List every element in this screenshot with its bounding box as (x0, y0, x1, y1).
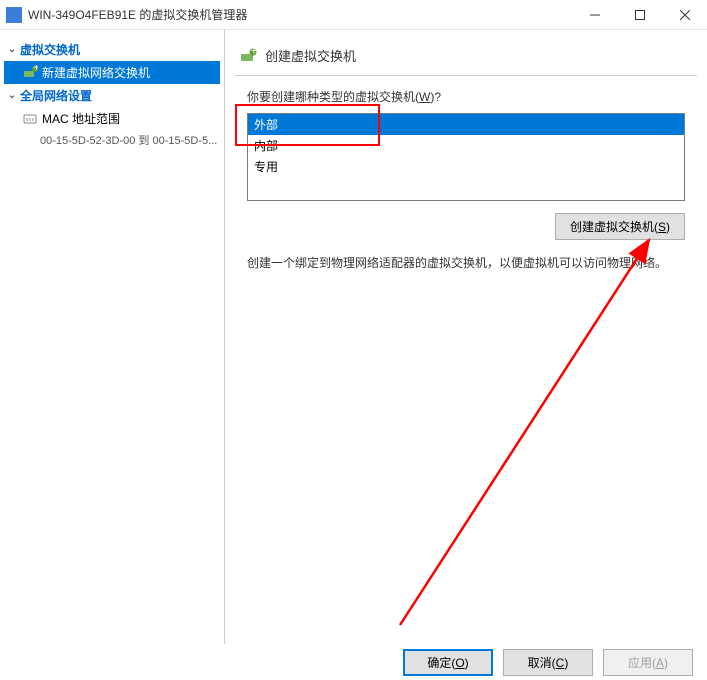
sidebar-item-new-vswitch[interactable]: + 新建虚拟网络交换机 (4, 61, 220, 84)
svg-text:+: + (33, 65, 38, 74)
titlebar: WIN-349O4FEB91E 的虚拟交换机管理器 (0, 0, 707, 30)
ok-button[interactable]: 确定(O) (403, 649, 493, 676)
switch-type-listbox[interactable]: 外部 内部 专用 (247, 113, 685, 201)
option-private[interactable]: 专用 (248, 156, 684, 177)
tree-section-global[interactable]: ⌄ 全局网络设置 (4, 84, 220, 107)
apply-button[interactable]: 应用(A) (603, 649, 693, 676)
dialog-footer: 确定(O) 取消(C) 应用(A) (0, 644, 707, 680)
sidebar-item-mac-range[interactable]: MAC 地址范围 (4, 107, 220, 130)
description-text: 创建一个绑定到物理网络适配器的虚拟交换机，以便虚拟机可以访问物理网络。 (247, 254, 685, 273)
mac-range-value: 00-15-5D-52-3D-00 到 00-15-5D-5... (4, 130, 220, 150)
maximize-button[interactable] (617, 0, 662, 30)
content-area: ⌄ 虚拟交换机 + 新建虚拟网络交换机 ⌄ 全局网络设置 MAC 地址范围 00… (0, 30, 707, 644)
minimize-button[interactable] (572, 0, 617, 30)
cancel-button[interactable]: 取消(C) (503, 649, 593, 676)
sidebar: ⌄ 虚拟交换机 + 新建虚拟网络交换机 ⌄ 全局网络设置 MAC 地址范围 00… (0, 30, 225, 644)
window-title: WIN-349O4FEB91E 的虚拟交换机管理器 (28, 6, 572, 23)
tree-section-vswitch[interactable]: ⌄ 虚拟交换机 (4, 38, 220, 61)
caret-icon: ⌄ (4, 90, 20, 101)
svg-text:+: + (251, 47, 258, 58)
create-vswitch-button[interactable]: 创建虚拟交换机(S) (555, 213, 685, 240)
mac-range-label: MAC 地址范围 (42, 110, 120, 127)
nic-icon (22, 111, 38, 127)
app-icon (6, 7, 22, 23)
main-header: + 创建虚拟交换机 (235, 40, 697, 76)
sidebar-item-label: 新建虚拟网络交换机 (42, 64, 150, 81)
option-external[interactable]: 外部 (248, 114, 684, 135)
section-label: 全局网络设置 (20, 87, 92, 104)
vswitch-icon: + (239, 47, 257, 65)
main-panel: + 创建虚拟交换机 你要创建哪种类型的虚拟交换机(W)? 外部 内部 专用 创建… (225, 30, 707, 644)
network-add-icon: + (22, 65, 38, 81)
question-text: 你要创建哪种类型的虚拟交换机(W)? (247, 88, 685, 105)
close-button[interactable] (662, 0, 707, 30)
caret-icon: ⌄ (4, 44, 20, 55)
section-label: 虚拟交换机 (20, 41, 80, 58)
option-internal[interactable]: 内部 (248, 135, 684, 156)
main-header-title: 创建虚拟交换机 (265, 46, 356, 65)
